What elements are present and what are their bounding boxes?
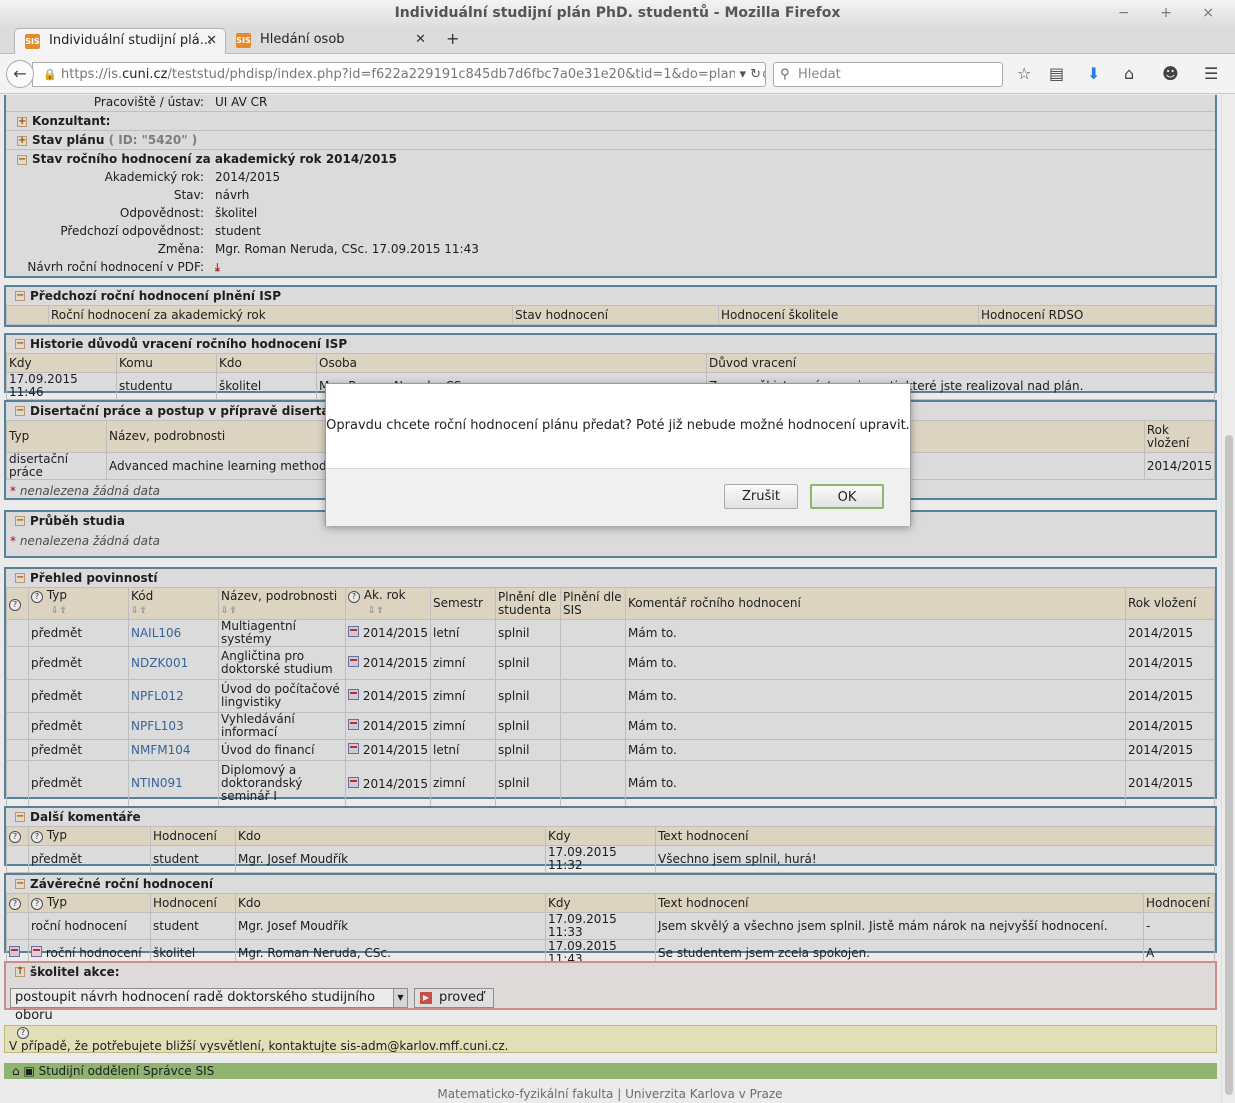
home-icon[interactable]: ⌂ xyxy=(1124,64,1134,83)
search-placeholder: Hledat xyxy=(798,67,841,82)
menu-icon[interactable]: ☰ xyxy=(1204,64,1218,83)
window-controls[interactable]: − + × xyxy=(1118,0,1227,26)
scrollbar-thumb[interactable] xyxy=(1225,435,1233,1095)
lock-icon: 🔒 xyxy=(43,68,57,81)
dialog-footer: Zrušit OK xyxy=(326,468,910,526)
sis-icon: SIS xyxy=(236,33,251,48)
tab-label: Individuální studijní plá... xyxy=(49,33,213,48)
window-title: Individuální studijní plán PhD. studentů… xyxy=(394,5,841,21)
window-titlebar: Individuální studijní plán PhD. studentů… xyxy=(0,0,1235,26)
sis-icon: SIS xyxy=(25,34,40,49)
url-domain: cuni.cz xyxy=(122,67,168,82)
confirm-dialog: Opravdu chcete roční hodnocení plánu pře… xyxy=(325,383,911,526)
search-input[interactable]: ⚲ Hledat xyxy=(773,62,1003,87)
ok-button[interactable]: OK xyxy=(810,484,884,509)
tab-bar: SIS Individuální studijní plá... ✕ SIS H… xyxy=(0,26,1235,54)
reading-list-icon[interactable]: ▤ xyxy=(1049,64,1064,83)
modal-overlay xyxy=(0,95,1235,1103)
url-prefix: https://is. xyxy=(61,67,123,82)
url-bar[interactable]: 🔒 https://is.cuni.cz/teststud/phdisp/inde… xyxy=(32,62,766,87)
tab-isp[interactable]: SIS Individuální studijní plá... ✕ xyxy=(14,28,226,54)
download-icon[interactable]: ⬇ xyxy=(1087,64,1100,83)
cancel-button[interactable]: Zrušit xyxy=(724,484,798,509)
close-tab-icon[interactable]: ✕ xyxy=(206,29,217,53)
close-tab-icon[interactable]: ✕ xyxy=(415,28,426,52)
url-dropdown-reload-icon[interactable]: ▾ ↻ xyxy=(735,63,761,86)
nav-bar: 🔒 https://is.cuni.cz/teststud/phdisp/inde… xyxy=(0,54,1235,94)
bookmark-star-icon[interactable]: ☆ xyxy=(1017,64,1031,83)
search-icon: ⚲ xyxy=(780,67,790,82)
dialog-message: Opravdu chcete roční hodnocení plánu pře… xyxy=(326,418,910,433)
tab-hledani[interactable]: SIS Hledání osob ✕ xyxy=(226,28,434,54)
scrollbar[interactable] xyxy=(1221,95,1235,1103)
back-button[interactable]: ← xyxy=(6,60,34,88)
chat-icon[interactable]: ☻ xyxy=(1162,64,1179,83)
new-tab-icon[interactable]: + xyxy=(446,29,459,48)
page-content: Pracoviště / ústav: UI AV CR + Konzultan… xyxy=(0,95,1235,1103)
tab-label: Hledání osob xyxy=(260,32,345,47)
url-path: /teststud/phdisp/index.php?id=f622a22919… xyxy=(167,67,766,82)
